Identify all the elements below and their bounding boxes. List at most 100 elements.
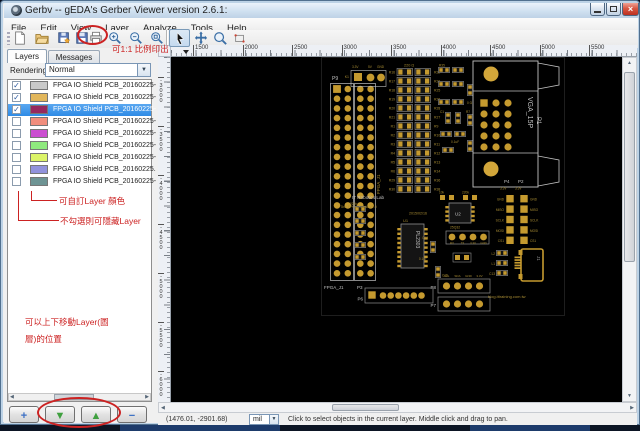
close-button[interactable]: ×: [622, 3, 639, 16]
layer-row-4[interactable]: FPGA IO Shield PCB_20160225-: [8, 128, 156, 140]
annotation-line-hide: [18, 191, 59, 221]
layer-visibility-checkbox[interactable]: ✓: [12, 93, 21, 102]
layer-color-swatch[interactable]: [30, 93, 48, 102]
scroll-left-icon[interactable]: ◀: [10, 394, 14, 400]
layer-name: FPGA IO Shield PCB_20160225-: [53, 154, 157, 161]
layer-row-8[interactable]: FPGA IO Shield PCB_20160225-: [8, 176, 156, 188]
svg-text:R35: R35: [439, 64, 445, 68]
gerber-canvas[interactable]: P9 FPGA_J1 K1 3.3V 5V GND 220 Ω R35 R16 R22 R17 R23…: [171, 57, 622, 402]
layer-row-2[interactable]: ✓ FPGA IO Shield PCB_20160225-: [8, 104, 156, 116]
svg-text:U2: U2: [455, 212, 461, 217]
annotation-color-note: 可自訂Layer 顏色: [59, 196, 126, 206]
canvas-vscrollbar[interactable]: ▲ ▼: [622, 57, 637, 402]
svg-text:MISO: MISO: [496, 208, 505, 212]
add-layer-button[interactable]: +: [9, 406, 39, 423]
svg-text:R14: R14: [434, 170, 440, 174]
pointer-button[interactable]: [169, 29, 190, 47]
layer-visibility-checkbox[interactable]: [12, 141, 21, 150]
layer-row-5[interactable]: FPGA IO Shield PCB_20160225-: [8, 140, 156, 152]
gerbv-app-icon: [11, 5, 22, 16]
svg-text:P9: P9: [332, 76, 338, 82]
chevron-down-icon[interactable]: ▼: [269, 415, 278, 424]
svg-text:R30: R30: [389, 188, 395, 192]
layer-visibility-checkbox[interactable]: [12, 153, 21, 162]
scroll-up-icon[interactable]: ▲: [623, 60, 636, 66]
svg-text:R7: R7: [466, 110, 470, 114]
layer-color-swatch[interactable]: [30, 129, 48, 138]
svg-text:VGA_15P: VGA_15P: [526, 97, 533, 128]
svg-text:RX: RX: [450, 241, 454, 245]
svg-text:C13: C13: [489, 272, 495, 276]
layer-row-3[interactable]: FPGA IO Shield PCB_20160225-: [8, 116, 156, 128]
pointer-icon: [176, 31, 184, 45]
scrollbar-thumb[interactable]: [624, 72, 635, 262]
layer-visibility-checkbox[interactable]: ✓: [12, 105, 21, 114]
layer-row-1[interactable]: ✓ FPGA IO Shield PCB_20160225-: [8, 92, 156, 104]
layer-visibility-checkbox[interactable]: [12, 165, 21, 174]
layer-name: FPGA IO Shield PCB_20160225-: [53, 106, 157, 113]
measure-button[interactable]: [233, 31, 247, 45]
layer-color-swatch[interactable]: [30, 177, 48, 186]
svg-text:L2: L2: [491, 252, 495, 256]
remove-layer-button[interactable]: −: [117, 406, 147, 423]
svg-text:U1: U1: [403, 218, 409, 223]
open-button[interactable]: [35, 31, 49, 45]
tab-layers[interactable]: Layers: [7, 49, 47, 63]
layer-row-7[interactable]: FPGA IO Shield PCB_20160225.: [8, 164, 156, 176]
svg-text:25Q32: 25Q32: [450, 226, 460, 230]
scroll-right-icon[interactable]: ▶: [145, 394, 149, 400]
svg-text:P8: P8: [430, 285, 436, 290]
svg-text:R6: R6: [391, 170, 395, 174]
svg-text:0 Ω: 0 Ω: [467, 101, 473, 105]
layer-color-swatch[interactable]: [30, 153, 48, 162]
svg-text:2015/02/16: 2015/02/16: [409, 212, 427, 216]
hruler-label: 3500: [391, 45, 406, 56]
maximize-button[interactable]: [606, 3, 621, 16]
layer-color-swatch[interactable]: [30, 165, 48, 174]
layer-visibility-checkbox[interactable]: ✓: [12, 81, 21, 90]
svg-text:220k: 220k: [462, 191, 469, 195]
svg-text:SCL: SCL: [444, 274, 450, 278]
save-as-button[interactable]: [57, 31, 71, 45]
vruler-label: -5500: [158, 322, 164, 348]
layer-color-swatch[interactable]: [30, 141, 48, 150]
scroll-down-icon[interactable]: ▼: [623, 393, 636, 399]
minimize-button[interactable]: [590, 3, 605, 16]
rendering-label: Rendering:: [10, 66, 50, 75]
layer-visibility-checkbox[interactable]: [12, 117, 21, 126]
scroll-right-icon[interactable]: ▶: [630, 405, 634, 411]
new-button[interactable]: [13, 31, 27, 45]
scroll-left-icon[interactable]: ◀: [161, 405, 165, 411]
svg-text:P4: P4: [504, 179, 510, 184]
svg-text:L1: L1: [491, 262, 495, 266]
rendering-select[interactable]: Normal ▼: [45, 63, 151, 77]
layer-visibility-checkbox[interactable]: [12, 177, 21, 186]
chevron-down-icon[interactable]: ▼: [137, 64, 150, 76]
layer-row-0[interactable]: ✓ FPGA IO Shield PCB_20160225-: [8, 80, 156, 92]
tab-messages[interactable]: Messages: [48, 50, 100, 63]
scrollbar-thumb[interactable]: [332, 404, 399, 411]
hruler-label: 1500: [193, 45, 208, 56]
zoom-tool-button[interactable]: [213, 31, 227, 45]
canvas-hscrollbar[interactable]: ◀ ▶: [158, 402, 637, 413]
layer-color-swatch[interactable]: [30, 81, 48, 90]
annotation-circle-print: [77, 25, 108, 45]
ruler-cursor-marker: [183, 50, 189, 57]
layer-color-swatch[interactable]: [30, 117, 48, 126]
svg-text:R21: R21: [389, 116, 395, 120]
pan-button[interactable]: [194, 31, 208, 45]
svg-text:SCLK: SCLK: [496, 218, 505, 222]
horizontal-ruler: 1500 2000 2500 3000 3500 4000 4500 5000 5500: [171, 45, 637, 57]
layer-color-swatch[interactable]: [30, 105, 48, 114]
toolbar-grip: [7, 32, 10, 45]
units-value: mil: [253, 416, 262, 423]
layer-name: FPGA IO Shield PCB_20160225-: [53, 142, 157, 149]
layer-visibility-checkbox[interactable]: [12, 129, 21, 138]
layer-row-6[interactable]: FPGA IO Shield PCB_20160225-: [8, 152, 156, 164]
title-bar[interactable]: Gerbv -- gEDA's Gerber Viewer version 2.…: [4, 3, 639, 18]
remove-layer-icon: −: [128, 410, 136, 422]
svg-text:R12: R12: [434, 152, 440, 156]
svg-text:3.3V: 3.3V: [476, 274, 482, 278]
units-select[interactable]: mil ▼: [249, 414, 279, 425]
close-icon: ×: [627, 4, 634, 14]
